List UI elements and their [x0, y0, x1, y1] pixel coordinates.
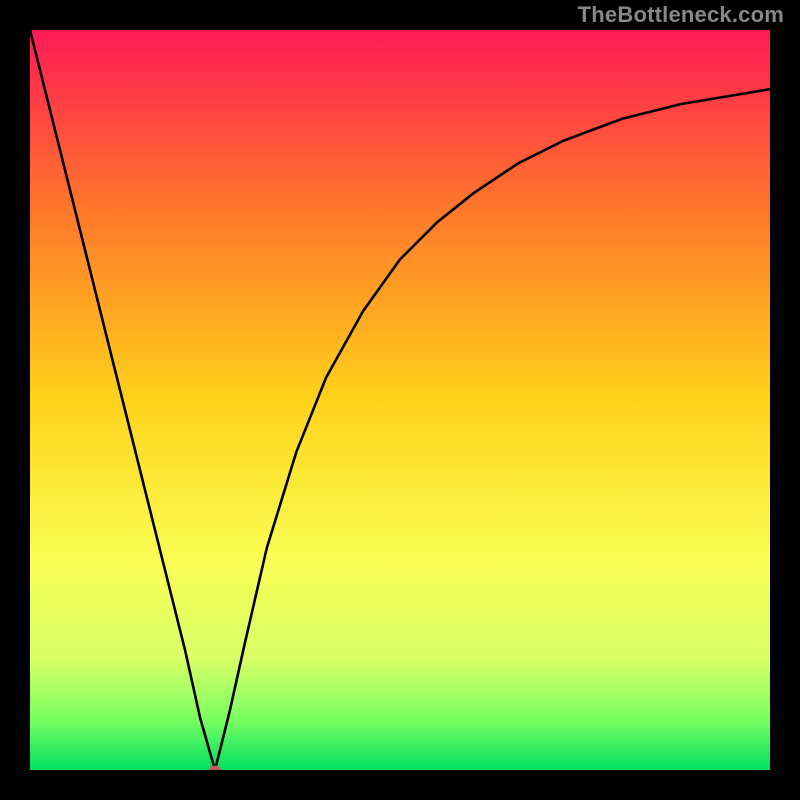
gradient-background: [30, 30, 770, 770]
plot-area: [30, 30, 770, 770]
bottleneck-chart: [30, 30, 770, 770]
chart-frame: TheBottleneck.com: [0, 0, 800, 800]
watermark-text: TheBottleneck.com: [578, 2, 784, 28]
